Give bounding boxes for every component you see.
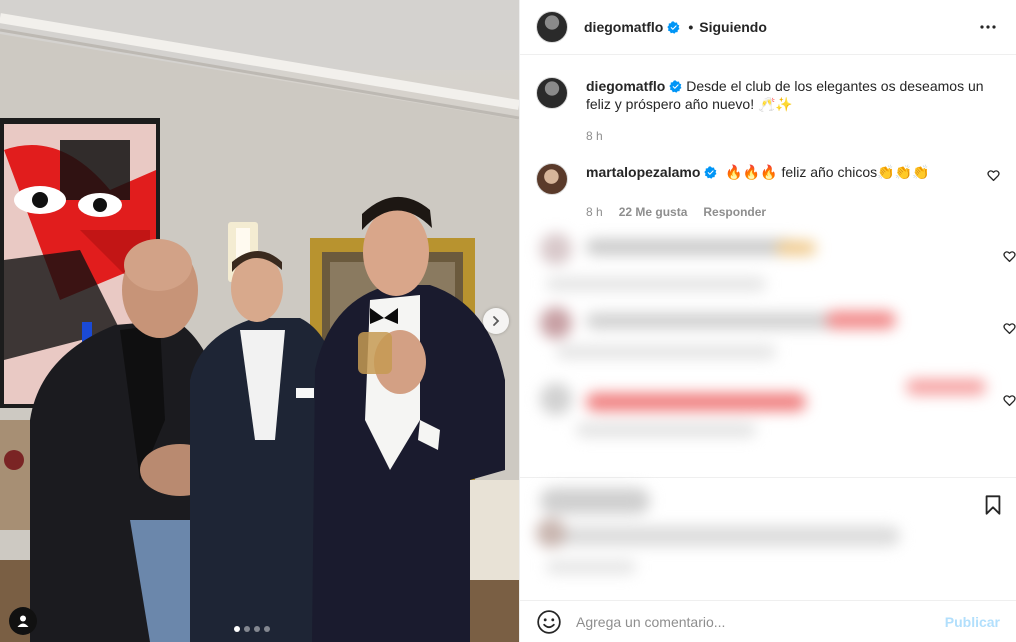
more-options-icon[interactable] — [976, 15, 1000, 39]
carousel-indicator — [234, 626, 270, 632]
blurred-comments — [536, 233, 1000, 449]
carousel-dot — [234, 626, 240, 632]
caption-username[interactable]: diegomatflo — [586, 78, 665, 94]
heart-icon[interactable] — [1003, 322, 1016, 335]
caption-avatar[interactable] — [536, 77, 568, 109]
comments-list[interactable]: diegomatflo Desde el club de los elegant… — [520, 56, 1016, 476]
carousel-dot — [264, 626, 270, 632]
tagged-user-icon — [17, 615, 29, 627]
post-caption: diegomatflo Desde el club de los elegant… — [536, 77, 1000, 113]
post-header: diegomatflo • Siguiendo — [520, 0, 1016, 55]
carousel-dot — [244, 626, 250, 632]
comment-reply-button[interactable]: Responder — [703, 205, 766, 219]
emoji-icon[interactable] — [536, 609, 562, 635]
comment-input[interactable] — [576, 613, 945, 630]
follow-status-button[interactable]: Siguiendo — [699, 19, 767, 35]
comment-meta: 8 h 22 Me gusta Responder — [586, 205, 1000, 219]
post-side-panel: diegomatflo • Siguiendo diegomatflo Desd… — [519, 0, 1016, 642]
commenter-avatar[interactable] — [536, 163, 568, 195]
heart-icon[interactable] — [1003, 250, 1016, 263]
author-avatar[interactable] — [536, 11, 568, 43]
heart-icon[interactable] — [987, 169, 1000, 182]
commenter-username[interactable]: martalopezalamo — [586, 164, 700, 180]
verified-badge-icon — [704, 166, 717, 179]
photo-scene — [0, 0, 519, 642]
comment-time[interactable]: 8 h — [586, 205, 603, 219]
caption-meta: 8 h — [586, 129, 1000, 143]
post-photo[interactable] — [0, 0, 519, 642]
caption-time[interactable]: 8 h — [586, 129, 603, 143]
add-comment-bar: Publicar — [520, 600, 1016, 642]
publish-button[interactable]: Publicar — [945, 614, 1000, 630]
author-username[interactable]: diegomatflo — [584, 19, 663, 35]
comment-likes[interactable]: 22 Me gusta — [619, 205, 688, 219]
comment-text: 🔥🔥🔥 feliz año chicos👏👏👏 — [725, 164, 930, 180]
verified-badge-icon — [667, 20, 680, 34]
header-separator: • — [688, 19, 694, 35]
bookmark-icon[interactable] — [982, 494, 1004, 516]
post-actions — [520, 477, 1016, 599]
tagged-users-button[interactable] — [9, 607, 37, 635]
caption-body: diegomatflo Desde el club de los elegant… — [586, 77, 996, 113]
comment-body: martalopezalamo 🔥🔥🔥 feliz año chicos👏👏👏 — [586, 163, 966, 195]
comment-item: martalopezalamo 🔥🔥🔥 feliz año chicos👏👏👏 — [536, 163, 1000, 195]
verified-badge-icon — [669, 80, 682, 93]
heart-icon[interactable] — [1003, 394, 1016, 407]
chevron-right-icon — [493, 316, 500, 326]
carousel-next-button[interactable] — [483, 308, 509, 334]
carousel-dot — [254, 626, 260, 632]
blurred-actions — [536, 478, 1000, 588]
